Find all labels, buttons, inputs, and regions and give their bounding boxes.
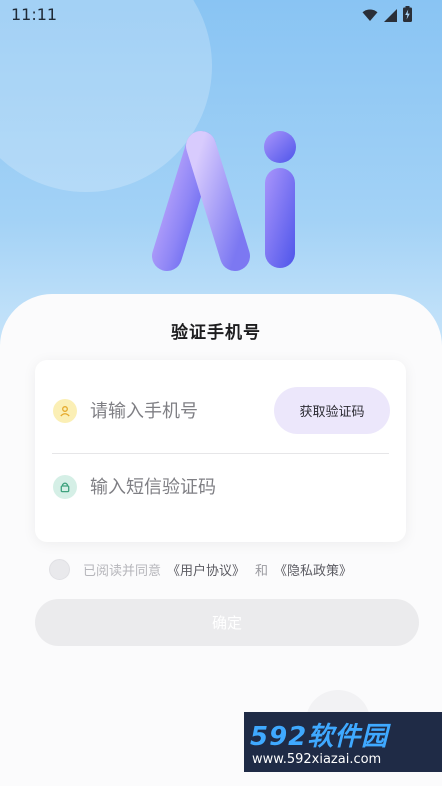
verify-form-card: 获取验证码 bbox=[35, 360, 406, 542]
get-code-button[interactable]: 获取验证码 bbox=[274, 387, 390, 434]
battery-charging-icon bbox=[403, 6, 412, 26]
ai-logo bbox=[145, 128, 301, 274]
page-title: 验证手机号 bbox=[171, 323, 261, 343]
login-screen: 11:11 验证手机号 请输入手机号 获取验证码 输入短信验证码 已阅读并同意 … bbox=[0, 0, 442, 786]
privacy-policy-link[interactable]: 《隐私政策》 bbox=[274, 560, 352, 579]
lock-icon bbox=[53, 475, 77, 499]
status-icons bbox=[362, 6, 412, 26]
agreement-checkbox[interactable] bbox=[49, 558, 70, 580]
confirm-button[interactable]: 确定 bbox=[35, 599, 419, 646]
ai-logo-graphic bbox=[152, 131, 296, 271]
user-icon bbox=[53, 399, 77, 423]
agreement-prefix: 已阅读并同意 bbox=[83, 563, 162, 579]
agreement-and: 和 bbox=[255, 563, 269, 579]
watermark-brand: 592软件园 bbox=[250, 722, 389, 752]
site-watermark: 592软件园 www.592xiazai.com bbox=[244, 712, 442, 772]
wifi-icon bbox=[362, 7, 378, 26]
status-time: 11:11 bbox=[11, 5, 58, 24]
cellular-signal-icon bbox=[384, 7, 397, 26]
user-agreement-link[interactable]: 《用户协议》 bbox=[167, 560, 245, 579]
phone-row: 获取验证码 bbox=[35, 360, 406, 450]
sms-code-input[interactable] bbox=[90, 474, 290, 500]
phone-input[interactable] bbox=[90, 398, 260, 424]
code-row bbox=[35, 452, 406, 542]
agreement-row: 已阅读并同意 《用户协议》 和 《隐私政策》 bbox=[49, 557, 352, 581]
watermark-url: www.592xiazai.com bbox=[252, 752, 382, 767]
status-bar: 11:11 bbox=[0, 0, 442, 30]
